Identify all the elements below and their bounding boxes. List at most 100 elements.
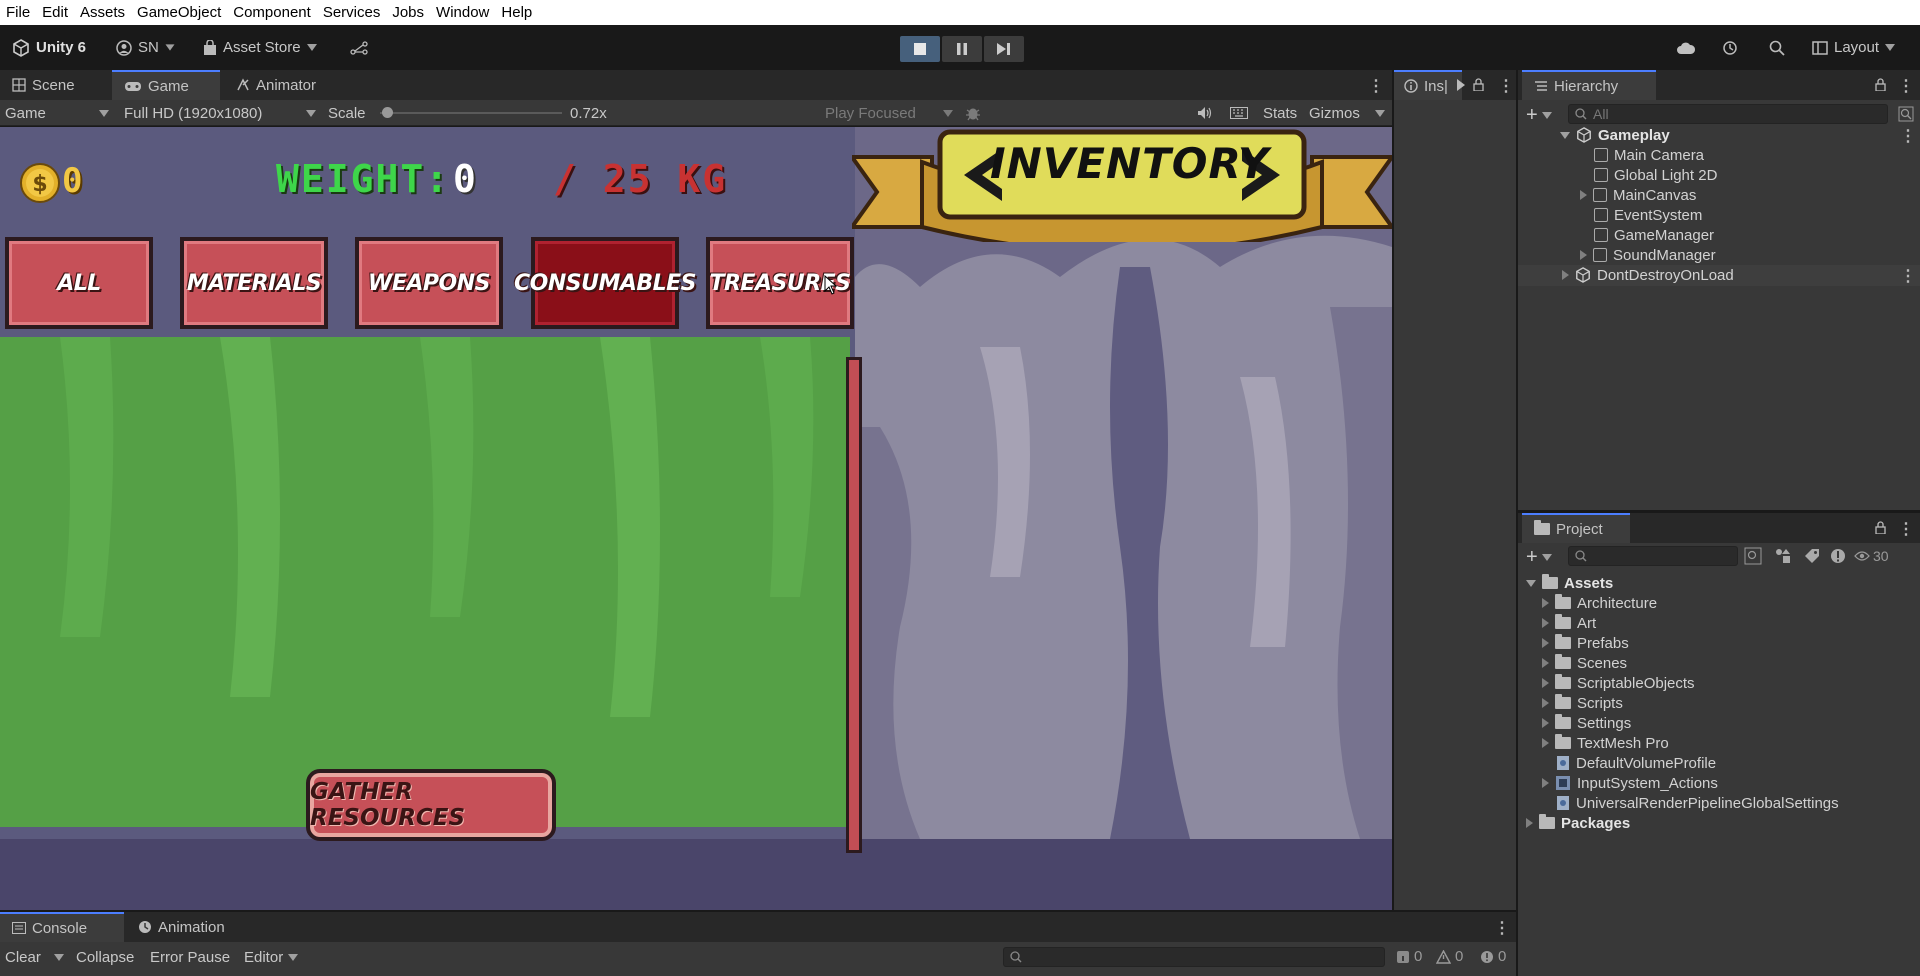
kebab-menu-icon[interactable]: ⋮ xyxy=(1898,76,1914,96)
kebab-menu-icon[interactable]: ⋮ xyxy=(1498,76,1514,96)
menu-assets[interactable]: Assets xyxy=(74,4,131,21)
pause-button[interactable] xyxy=(942,36,982,62)
project-folder-textmesh-pro[interactable]: TextMesh Pro xyxy=(1542,733,1669,753)
cloud-button[interactable] xyxy=(1676,25,1696,70)
tab-scroll-right-icon[interactable] xyxy=(1457,79,1465,91)
version-control-button[interactable] xyxy=(350,25,368,70)
tab-hierarchy[interactable]: Hierarchy xyxy=(1522,70,1656,100)
project-create-button[interactable]: + xyxy=(1526,546,1552,569)
project-folder-scenes[interactable]: Scenes xyxy=(1542,653,1627,673)
gather-resources-button[interactable]: GATHER RESOURCES xyxy=(306,769,556,841)
log-filter-toggle[interactable]: 0 xyxy=(1396,948,1422,965)
lock-icon[interactable] xyxy=(1875,521,1886,534)
kebab-menu-icon[interactable]: ⋮ xyxy=(1898,519,1914,539)
warning-filter-toggle[interactable]: 0 xyxy=(1436,948,1463,965)
category-materials-button[interactable]: MATERIALS xyxy=(180,237,328,329)
folder-label: TextMesh Pro xyxy=(1577,734,1669,752)
kebab-menu-icon[interactable]: ⋮ xyxy=(1494,918,1510,938)
menu-gameobject[interactable]: GameObject xyxy=(131,4,227,21)
kebab-menu-icon[interactable]: ⋮ xyxy=(1368,76,1384,96)
menu-edit[interactable]: Edit xyxy=(36,4,74,21)
search-by-type-icon[interactable] xyxy=(1744,547,1762,565)
account-button[interactable]: SN xyxy=(116,25,175,70)
project-folder-scriptableobjects[interactable]: ScriptableObjects xyxy=(1542,673,1695,693)
hidden-packages-toggle[interactable]: 30 xyxy=(1854,548,1889,564)
mute-button[interactable] xyxy=(1197,100,1213,126)
hierarchy-item-main-canvas[interactable]: MainCanvas xyxy=(1580,185,1696,205)
unity-version-button[interactable]: Unity 6 xyxy=(12,25,86,70)
project-search-input[interactable] xyxy=(1568,546,1738,566)
menu-help[interactable]: Help xyxy=(495,4,538,21)
project-folder-settings[interactable]: Settings xyxy=(1542,713,1631,733)
clear-options-chevron-icon[interactable] xyxy=(54,953,64,961)
scene-search-icon[interactable] xyxy=(1898,106,1914,122)
hierarchy-item-global-light[interactable]: Global Light 2D xyxy=(1594,165,1717,185)
tab-project[interactable]: Project xyxy=(1522,513,1630,543)
inventory-prev-button[interactable] xyxy=(960,137,1002,217)
console-search-input[interactable] xyxy=(1003,947,1385,967)
layout-dropdown[interactable]: Layout xyxy=(1812,25,1896,70)
hierarchy-item-game-manager[interactable]: GameManager xyxy=(1594,225,1714,245)
gizmos-dropdown[interactable]: Gizmos xyxy=(1309,100,1389,126)
game-viewport[interactable]: $ 0 WEIGHT: 0 / 25 KG INVENTORY ALL MATE… xyxy=(0,127,1392,910)
scale-slider-handle[interactable] xyxy=(382,107,394,118)
play-button[interactable] xyxy=(900,36,940,62)
project-file-defaultvolumeprofile[interactable]: DefaultVolumeProfile xyxy=(1556,753,1716,773)
hierarchy-item-sound-manager[interactable]: SoundManager xyxy=(1580,245,1716,265)
project-file-urp-global-settings[interactable]: UniversalRenderPipelineGlobalSettings xyxy=(1556,793,1839,813)
menu-window[interactable]: Window xyxy=(430,4,495,21)
menu-component[interactable]: Component xyxy=(227,4,317,21)
lock-icon[interactable] xyxy=(1875,78,1886,91)
important-filter-icon[interactable] xyxy=(1830,548,1846,564)
keyboard-shortcuts-button[interactable] xyxy=(1230,100,1248,126)
kebab-menu-icon[interactable]: ⋮ xyxy=(1900,126,1916,146)
inventory-next-button[interactable] xyxy=(1240,137,1282,217)
history-button[interactable] xyxy=(1722,25,1738,70)
search-button[interactable] xyxy=(1769,25,1785,70)
asset-store-button[interactable]: Asset Store xyxy=(203,25,317,70)
tab-scene[interactable]: Scene xyxy=(0,70,110,100)
menu-file[interactable]: File xyxy=(0,4,36,21)
label-tag-icon[interactable] xyxy=(1804,548,1820,564)
step-button[interactable] xyxy=(984,36,1024,62)
project-file-inputsystem-actions[interactable]: InputSystem_Actions xyxy=(1542,773,1718,793)
stats-button[interactable]: Stats xyxy=(1263,100,1297,126)
collapse-button[interactable]: Collapse xyxy=(76,949,134,966)
filter-by-type-icon[interactable] xyxy=(1774,547,1792,565)
bug-button[interactable] xyxy=(965,100,981,126)
create-button[interactable]: + xyxy=(1526,104,1552,127)
tab-animation[interactable]: Animation xyxy=(126,912,256,942)
clear-button[interactable]: Clear xyxy=(5,949,41,966)
project-folder-prefabs[interactable]: Prefabs xyxy=(1542,633,1629,653)
project-folder-art[interactable]: Art xyxy=(1542,613,1596,633)
expand-arrow-icon xyxy=(1560,131,1570,139)
project-root-assets[interactable]: Assets xyxy=(1526,573,1613,593)
inventory-scrollbar[interactable] xyxy=(846,357,862,853)
tab-console[interactable]: Console xyxy=(0,912,124,942)
category-weapons-button[interactable]: WEAPONS xyxy=(355,237,503,329)
category-consumables-button[interactable]: CONSUMABLES xyxy=(514,237,697,329)
hierarchy-scene-dontdestroy[interactable]: DontDestroyOnLoad xyxy=(1562,265,1734,285)
project-folder-scripts[interactable]: Scripts xyxy=(1542,693,1623,713)
scale-slider-track[interactable] xyxy=(380,112,562,114)
hierarchy-item-main-camera[interactable]: Main Camera xyxy=(1594,145,1704,165)
error-pause-button[interactable]: Error Pause xyxy=(150,949,230,966)
project-root-packages[interactable]: Packages xyxy=(1526,813,1630,833)
tab-game[interactable]: Game xyxy=(112,70,220,100)
display-dropdown[interactable]: Game xyxy=(5,100,109,126)
hierarchy-scene-gameplay[interactable]: Gameplay xyxy=(1560,125,1670,145)
play-focused-dropdown[interactable]: Play Focused xyxy=(825,100,953,126)
editor-dropdown[interactable]: Editor xyxy=(244,949,283,966)
tab-inspector[interactable]: Ins| xyxy=(1394,70,1462,100)
hierarchy-item-event-system[interactable]: EventSystem xyxy=(1594,205,1702,225)
error-filter-toggle[interactable]: 0 xyxy=(1480,948,1506,965)
kebab-menu-icon[interactable]: ⋮ xyxy=(1900,266,1916,286)
project-folder-architecture[interactable]: Architecture xyxy=(1542,593,1657,613)
tab-animator[interactable]: Animator xyxy=(224,70,344,100)
category-all-button[interactable]: ALL xyxy=(5,237,153,329)
hierarchy-search-input[interactable]: All xyxy=(1568,104,1888,124)
lock-icon[interactable] xyxy=(1473,78,1484,91)
resolution-dropdown[interactable]: Full HD (1920x1080) xyxy=(124,100,316,126)
menu-services[interactable]: Services xyxy=(317,4,387,21)
menu-jobs[interactable]: Jobs xyxy=(386,4,430,21)
